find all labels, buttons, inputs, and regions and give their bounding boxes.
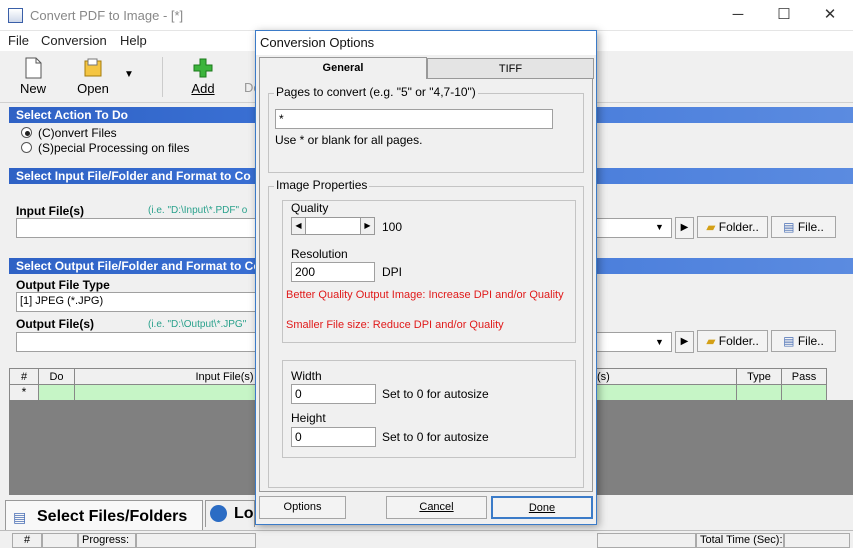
new-label: New — [19, 81, 46, 96]
input-dropdown-icon[interactable]: ▼ — [655, 222, 664, 232]
folder-icon: ▰ — [706, 220, 716, 234]
tab-tiff[interactable]: TIFF — [427, 58, 594, 79]
grid-col-type[interactable]: Type — [737, 369, 782, 385]
open-folder-icon — [83, 57, 103, 79]
output-type-select[interactable]: [1] JPEG (*.JPG) — [16, 292, 256, 312]
height-hint: Set to 0 for autosize — [382, 430, 489, 444]
grid-new-row-marker: * — [10, 385, 39, 400]
status-total-time-label: Total Time (Sec): — [696, 533, 784, 548]
window-title: Convert PDF to Image - [*] — [30, 8, 184, 23]
conversion-options-dialog: Conversion Options General TIFF Pages to… — [255, 30, 597, 525]
menu-conversion[interactable]: Conversion — [41, 33, 107, 48]
tab-select-files[interactable]: ▤ Select Files/Folders — [5, 500, 203, 530]
add-button[interactable]: Add — [186, 57, 220, 96]
menu-file[interactable]: File — [8, 33, 29, 48]
file-icon: ▤ — [783, 334, 795, 348]
pages-input[interactable]: * — [275, 109, 553, 129]
smaller-file-note: Smaller File size: Reduce DPI and/or Qua… — [286, 319, 504, 331]
resolution-input[interactable]: 200 — [291, 262, 375, 282]
width-input[interactable]: 0 — [291, 384, 376, 404]
clock-icon — [210, 505, 227, 522]
output-file-label: File.. — [797, 334, 824, 348]
open-button[interactable]: Open — [74, 57, 112, 96]
special-radio-label[interactable]: (S)pecial Processing on files — [38, 141, 189, 155]
grid-cell-type[interactable] — [737, 385, 782, 400]
status-progress-value — [136, 533, 256, 548]
status-spacer — [597, 533, 696, 548]
files-icon: ▤ — [13, 509, 27, 525]
output-folder-label: Folder.. — [718, 334, 759, 348]
minimize-button[interactable]: ─ — [715, 0, 761, 31]
file-icon: ▤ — [783, 220, 795, 234]
height-input[interactable]: 0 — [291, 427, 376, 447]
quality-decrease-icon[interactable]: ◀ — [292, 218, 306, 234]
app-icon — [8, 8, 23, 23]
grid-col-num[interactable]: # — [10, 369, 39, 385]
quality-label: Quality — [291, 201, 329, 215]
tab-general[interactable]: General — [259, 57, 427, 79]
output-type-label: Output File Type — [16, 278, 110, 292]
open-label: Open — [77, 81, 109, 96]
add-plus-icon — [193, 57, 213, 79]
resolution-unit: DPI — [382, 265, 403, 279]
tab-log[interactable]: Lo — [205, 500, 255, 527]
input-folder-label: Folder.. — [718, 220, 759, 234]
status-total-time-value — [784, 533, 850, 548]
quality-value: 100 — [382, 220, 403, 234]
status-progress-label: Progress: — [78, 533, 136, 548]
convert-radio[interactable] — [21, 127, 32, 138]
quality-increase-icon[interactable]: ▶ — [360, 218, 374, 234]
general-tab-panel: Pages to convert (e.g. "5" or "4,7-10") … — [259, 78, 593, 492]
toolbar-separator — [162, 57, 163, 97]
input-file-label: File.. — [797, 220, 824, 234]
dialog-title: Conversion Options — [256, 31, 596, 55]
output-play-button[interactable]: ▶ — [675, 331, 694, 353]
new-document-icon — [23, 57, 43, 79]
folder-icon: ▰ — [706, 334, 716, 348]
grid-col-do[interactable]: Do — [39, 369, 75, 385]
grid-col-pass[interactable]: Pass — [782, 369, 826, 385]
title-bar: Convert PDF to Image - [*] ─ ☐ ✕ — [0, 0, 853, 31]
done-button[interactable]: Done — [491, 496, 593, 519]
new-button[interactable]: New — [16, 57, 50, 96]
quality-slider[interactable]: ◀ ▶ — [291, 217, 375, 235]
output-dropdown-icon[interactable]: ▼ — [655, 337, 664, 347]
image-properties-title: Image Properties — [274, 178, 370, 192]
close-button[interactable]: ✕ — [807, 0, 853, 31]
input-hint: (i.e. "D:\Input\*.PDF" o — [148, 205, 248, 216]
maximize-button[interactable]: ☐ — [761, 0, 807, 31]
open-dropdown-icon[interactable]: ▼ — [124, 69, 134, 80]
height-label: Height — [291, 411, 326, 425]
grid-cell-do[interactable] — [39, 385, 75, 400]
output-file-button[interactable]: ▤ File.. — [771, 330, 836, 352]
width-label: Width — [291, 369, 322, 383]
menu-help[interactable]: Help — [120, 33, 147, 48]
better-quality-note: Better Quality Output Image: Increase DP… — [286, 289, 564, 301]
output-hint: (i.e. "D:\Output\*.JPG" — [148, 319, 247, 330]
status-num-value — [42, 533, 78, 548]
special-radio[interactable] — [21, 142, 32, 153]
resolution-label: Resolution — [291, 247, 348, 261]
convert-radio-label[interactable]: (C)onvert Files — [38, 126, 117, 140]
grid-cell-pass[interactable] — [782, 385, 826, 400]
tab-log-label: Lo — [234, 505, 254, 522]
input-file-button[interactable]: ▤ File.. — [771, 216, 836, 238]
input-folder-button[interactable]: ▰ Folder.. — [697, 216, 768, 238]
options-button[interactable]: Options — [259, 496, 346, 519]
width-hint: Set to 0 for autosize — [382, 387, 489, 401]
pages-hint: Use * or blank for all pages. — [275, 133, 423, 147]
status-bar: # Progress: Total Time (Sec): — [0, 530, 853, 548]
cancel-button[interactable]: Cancel — [386, 496, 487, 519]
tab-select-files-label: Select Files/Folders — [37, 508, 188, 525]
add-label: Add — [191, 81, 215, 96]
status-num: # — [12, 533, 42, 548]
input-files-label: Input File(s) — [16, 204, 84, 218]
output-folder-button[interactable]: ▰ Folder.. — [697, 330, 768, 352]
pages-group-title: Pages to convert (e.g. "5" or "4,7-10") — [274, 85, 478, 99]
output-files-label: Output File(s) — [16, 317, 94, 331]
input-play-button[interactable]: ▶ — [675, 217, 694, 239]
